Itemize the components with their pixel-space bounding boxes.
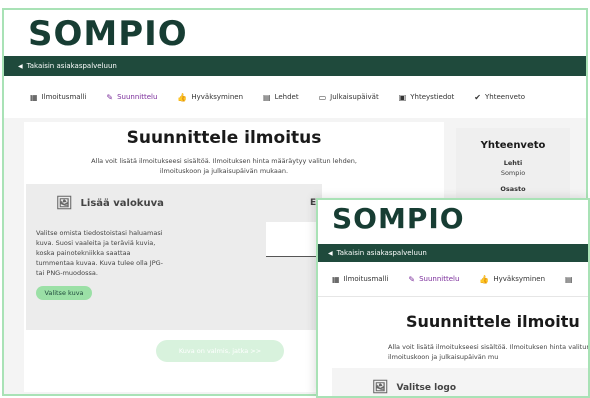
step-label: Hyväksyminen xyxy=(493,275,545,283)
step-label: Yhteystiedot xyxy=(410,93,455,101)
pencil-icon: ✎ xyxy=(106,92,114,102)
summary-section-label: Osasto xyxy=(500,185,526,193)
back-link[interactable]: Takaisin asiakaspalveluun xyxy=(337,249,427,257)
summary-paper-value: Sompio xyxy=(500,169,526,177)
back-arrow-icon: ◀ xyxy=(18,62,23,70)
step-label: Hyväksyminen xyxy=(191,93,243,101)
newspaper-icon: ▤ xyxy=(263,92,271,102)
check-icon: ✔ xyxy=(474,92,481,102)
step-papers[interactable]: ▤ Lehdet xyxy=(263,93,299,102)
upload-title: Valitse logo xyxy=(396,382,457,393)
top-nav-bar: ◀ Takaisin asiakaspalveluun xyxy=(318,244,588,262)
top-nav-bar: ◀ Takaisin asiakaspalveluun xyxy=(4,56,586,76)
thumbs-up-icon: 👍 xyxy=(177,92,188,102)
page-description: Alla voit lisätä ilmoitukseesi sisältöä.… xyxy=(388,343,590,361)
page-title: Suunnittele ilmoitu xyxy=(406,312,580,331)
step-label: Ilmoitusmalli xyxy=(41,93,87,101)
brand-logo[interactable]: SOMPIO xyxy=(28,14,188,54)
choose-image-button[interactable]: Valitse kuva xyxy=(36,286,92,300)
logo-upload-card: 🖼 Valitse logo xyxy=(332,368,588,396)
step-contacts[interactable]: ▣ Yhteystiedot xyxy=(399,93,455,102)
contact-icon: ▣ xyxy=(398,92,407,102)
photo-upload-card: 🖼 Lisää valokuva Valitse omista tiedosto… xyxy=(26,184,322,330)
step-label: Ilmoitusmalli xyxy=(343,275,389,283)
brand-logo[interactable]: SOMPIO xyxy=(332,202,465,235)
back-link[interactable]: Takaisin asiakaspalveluun xyxy=(27,62,117,70)
screenshot-front: SOMPIO ◀ Takaisin asiakaspalveluun ▦ Ilm… xyxy=(316,198,590,398)
step-navigation: ▦ Ilmoitusmalli ✎ Suunnittelu 👍 Hyväksym… xyxy=(4,76,586,119)
pencil-icon: ✎ xyxy=(408,274,416,284)
template-icon: ▦ xyxy=(30,92,38,102)
template-icon: ▦ xyxy=(332,274,340,284)
step-label: Julkaisupäivät xyxy=(330,93,379,101)
step-dates[interactable]: ▭ Julkaisupäivät xyxy=(319,93,379,102)
step-summary[interactable]: ✔ Yhteenveto xyxy=(474,93,525,102)
upload-instructions: Valitse omista tiedostoistasi haluamasi … xyxy=(36,229,164,277)
step-approval[interactable]: 👍 Hyväksyminen xyxy=(479,275,545,284)
step-papers[interactable]: ▤ xyxy=(565,275,577,284)
step-label: Yhteenveto xyxy=(485,93,525,101)
step-design[interactable]: ✎ Suunnittelu xyxy=(408,275,459,284)
image-ready-button[interactable]: Kuva on valmis, jatka >> xyxy=(156,340,284,362)
step-label: Lehdet xyxy=(274,93,299,101)
summary-title: Yhteenveto xyxy=(480,140,546,151)
upload-card-header: 🖼 Valitse logo xyxy=(372,380,456,395)
image-icon: 🖼 xyxy=(372,380,389,395)
step-approval[interactable]: 👍 Hyväksyminen xyxy=(177,93,243,102)
page-description: Alla voit lisätä ilmoitukseesi sisältöä.… xyxy=(91,157,357,175)
page-title: Suunnittele ilmoitus xyxy=(126,128,322,148)
image-icon: 🖼 xyxy=(56,196,73,211)
thumbs-up-icon: 👍 xyxy=(479,274,490,284)
newspaper-icon: ▤ xyxy=(565,274,573,284)
step-design[interactable]: ✎ Suunnittelu xyxy=(106,93,157,102)
step-label: Suunnittelu xyxy=(419,275,460,283)
upload-card-header: 🖼 Lisää valokuva xyxy=(56,196,164,211)
back-arrow-icon: ◀ xyxy=(328,249,333,257)
upload-title: Lisää valokuva xyxy=(80,198,164,209)
step-template[interactable]: ▦ Ilmoitusmalli xyxy=(332,275,388,284)
step-label: Suunnittelu xyxy=(117,93,158,101)
step-navigation: ▦ Ilmoitusmalli ✎ Suunnittelu 👍 Hyväksym… xyxy=(318,262,588,297)
step-template[interactable]: ▦ Ilmoitusmalli xyxy=(30,93,86,102)
calendar-icon: ▭ xyxy=(318,92,327,102)
summary-paper-label: Lehti xyxy=(503,159,523,167)
